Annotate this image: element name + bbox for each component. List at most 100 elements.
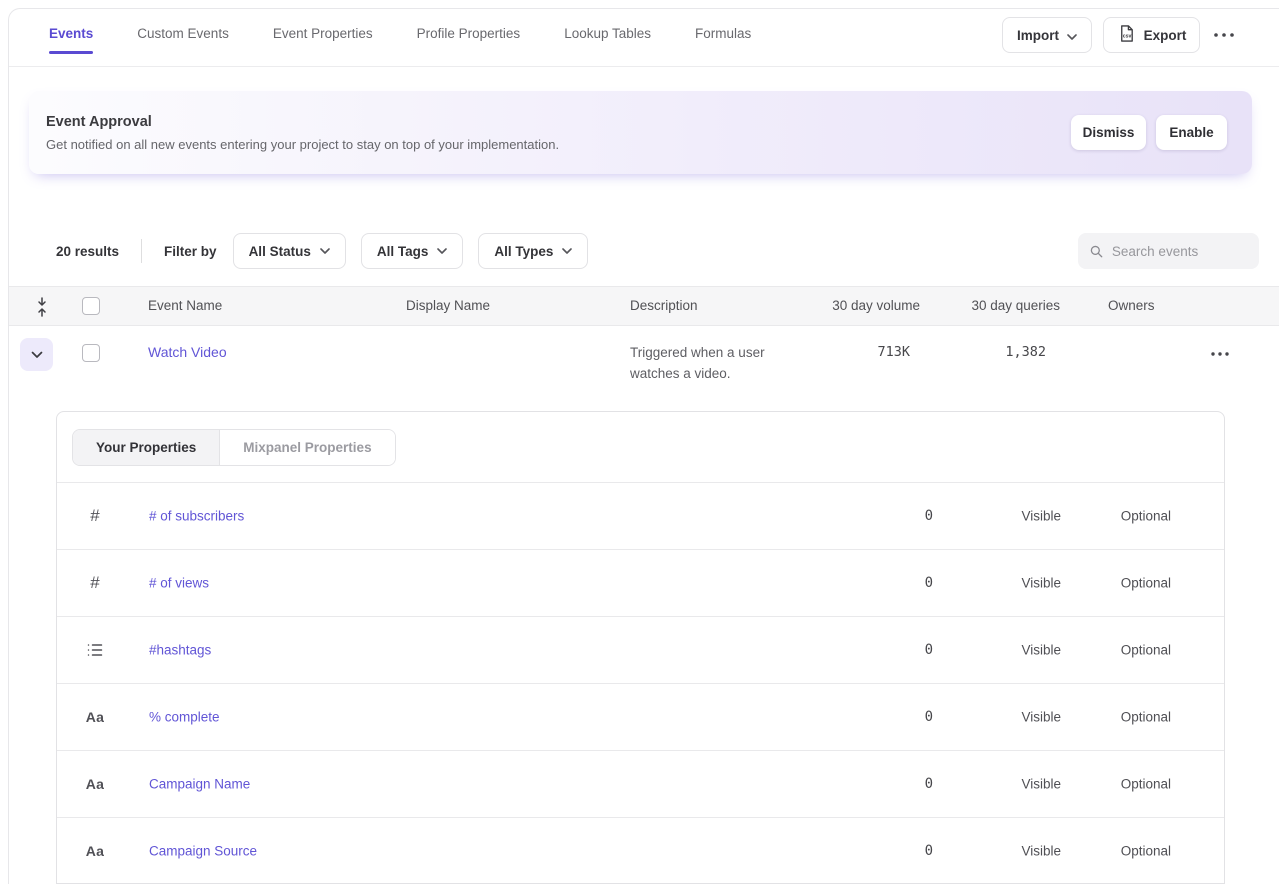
tab-profile-properties[interactable]: Profile Properties [417, 9, 521, 67]
column-event-name: Event Name [148, 287, 222, 325]
text-type-icon: Aa [85, 709, 105, 725]
number-type-icon: # [85, 573, 105, 593]
banner-title: Event Approval [46, 114, 152, 130]
tab-your-properties[interactable]: Your Properties [73, 430, 219, 465]
property-visibility[interactable]: Visible [1021, 643, 1061, 658]
column-30-day-volume: 30 day volume [832, 287, 920, 325]
list-type-icon [85, 643, 105, 657]
property-required[interactable]: Optional [1121, 710, 1171, 725]
filter-bar: 20 results Filter by All Status All Tags… [56, 233, 603, 269]
nav-tabs: Events Custom Events Event Properties Pr… [49, 9, 751, 67]
chevron-down-icon [562, 248, 572, 254]
property-volume: 0 [925, 843, 933, 859]
property-name-link[interactable]: # of subscribers [149, 509, 244, 524]
property-required[interactable]: Optional [1121, 844, 1171, 859]
dismiss-button[interactable]: Dismiss [1071, 115, 1146, 150]
row-checkbox[interactable] [82, 344, 100, 362]
event-approval-banner: Event Approval Get notified on all new e… [29, 91, 1252, 174]
tab-custom-events[interactable]: Custom Events [137, 9, 229, 67]
lexicon-events-page: Events Custom Events Event Properties Pr… [0, 0, 1279, 884]
enable-button[interactable]: Enable [1156, 115, 1227, 150]
chevron-down-icon [437, 248, 447, 254]
collapse-row-button[interactable] [20, 338, 53, 371]
property-required[interactable]: Optional [1121, 576, 1171, 591]
types-filter-label: All Types [494, 244, 553, 259]
filter-by-label: Filter by [164, 244, 217, 259]
search-icon [1090, 244, 1103, 259]
tab-lookup-tables[interactable]: Lookup Tables [564, 9, 651, 67]
event-description: Triggered when a user watches a video. [630, 342, 765, 384]
types-filter-dropdown[interactable]: All Types [478, 233, 588, 269]
search-events-box [1078, 233, 1259, 269]
property-row: # Aa #hashtags 0 Visible Optional [57, 617, 1224, 684]
property-name-link[interactable]: # of views [149, 576, 209, 591]
properties-panel-header: Your Properties Mixpanel Properties [57, 412, 1224, 483]
row-more-button[interactable] [1205, 339, 1235, 369]
tags-filter-label: All Tags [377, 244, 429, 259]
property-visibility[interactable]: Visible [1021, 777, 1061, 792]
properties-tabs: Your Properties Mixpanel Properties [72, 429, 396, 466]
collapse-all-icon[interactable] [36, 297, 48, 322]
property-volume: 0 [925, 508, 933, 524]
property-row: # Aa # of subscribers 0 Visible Optional [57, 483, 1224, 550]
property-name-link[interactable]: Campaign Source [149, 844, 257, 859]
status-filter-label: All Status [249, 244, 311, 259]
divider [141, 239, 142, 263]
property-row: # Aa # of views 0 Visible Optional [57, 550, 1224, 617]
property-visibility[interactable]: Visible [1021, 844, 1061, 859]
csv-file-icon: csv [1117, 24, 1136, 46]
status-filter-dropdown[interactable]: All Status [233, 233, 346, 269]
tab-formulas[interactable]: Formulas [695, 9, 751, 67]
select-all-checkbox[interactable] [82, 297, 100, 315]
event-30-day-volume: 713K [877, 344, 910, 360]
property-volume: 0 [925, 642, 933, 658]
table-header: Event Name Display Name Description 30 d… [9, 286, 1279, 326]
number-type-icon: # [85, 506, 105, 526]
property-volume: 0 [925, 776, 933, 792]
import-button-label: Import [1017, 28, 1059, 43]
tags-filter-dropdown[interactable]: All Tags [361, 233, 464, 269]
property-volume: 0 [925, 575, 933, 591]
column-display-name: Display Name [406, 287, 490, 325]
results-count: 20 results [56, 244, 119, 259]
property-volume: 0 [925, 709, 933, 725]
tab-event-properties[interactable]: Event Properties [273, 9, 373, 67]
property-visibility[interactable]: Visible [1021, 509, 1061, 524]
event-30-day-queries: 1,382 [1005, 344, 1046, 360]
property-visibility[interactable]: Visible [1021, 576, 1061, 591]
property-name-link[interactable]: % complete [149, 710, 220, 725]
property-visibility[interactable]: Visible [1021, 710, 1061, 725]
text-type-icon: Aa [85, 843, 105, 859]
export-button-label: Export [1144, 28, 1187, 43]
property-required[interactable]: Optional [1121, 777, 1171, 792]
banner-description: Get notified on all new events entering … [46, 137, 559, 152]
import-button[interactable]: Import [1002, 17, 1092, 53]
text-type-icon: Aa [85, 776, 105, 792]
tab-mixpanel-properties[interactable]: Mixpanel Properties [219, 430, 394, 465]
ellipsis-icon [1213, 32, 1235, 38]
property-row: # Aa % complete 0 Visible Optional [57, 684, 1224, 751]
event-row-watch-video: Watch Video Triggered when a user watche… [9, 326, 1279, 411]
column-owners: Owners [1108, 287, 1155, 325]
property-name-link[interactable]: Campaign Name [149, 777, 250, 792]
properties-panel: Your Properties Mixpanel Properties # Aa… [56, 411, 1225, 884]
top-nav: Events Custom Events Event Properties Pr… [9, 9, 1279, 67]
chevron-down-icon [31, 351, 43, 359]
chevron-down-icon [1067, 28, 1077, 43]
nav-more-button[interactable] [1209, 17, 1239, 53]
properties-list: # Aa # of subscribers 0 Visible Optional… [57, 483, 1224, 884]
app-card: Events Custom Events Event Properties Pr… [8, 8, 1279, 884]
ellipsis-icon [1210, 351, 1230, 357]
event-name-link[interactable]: Watch Video [148, 344, 227, 360]
property-row: # Aa Campaign Source 0 Visible Optional [57, 818, 1224, 884]
search-events-input[interactable] [1112, 244, 1247, 259]
svg-text:csv: csv [1122, 33, 1131, 39]
property-name-link[interactable]: #hashtags [149, 643, 211, 658]
export-button[interactable]: csv Export [1103, 17, 1200, 53]
column-description: Description [630, 287, 698, 325]
property-required[interactable]: Optional [1121, 643, 1171, 658]
property-required[interactable]: Optional [1121, 509, 1171, 524]
chevron-down-icon [320, 248, 330, 254]
tab-events[interactable]: Events [49, 9, 93, 67]
property-row: # Aa Campaign Name 0 Visible Optional [57, 751, 1224, 818]
